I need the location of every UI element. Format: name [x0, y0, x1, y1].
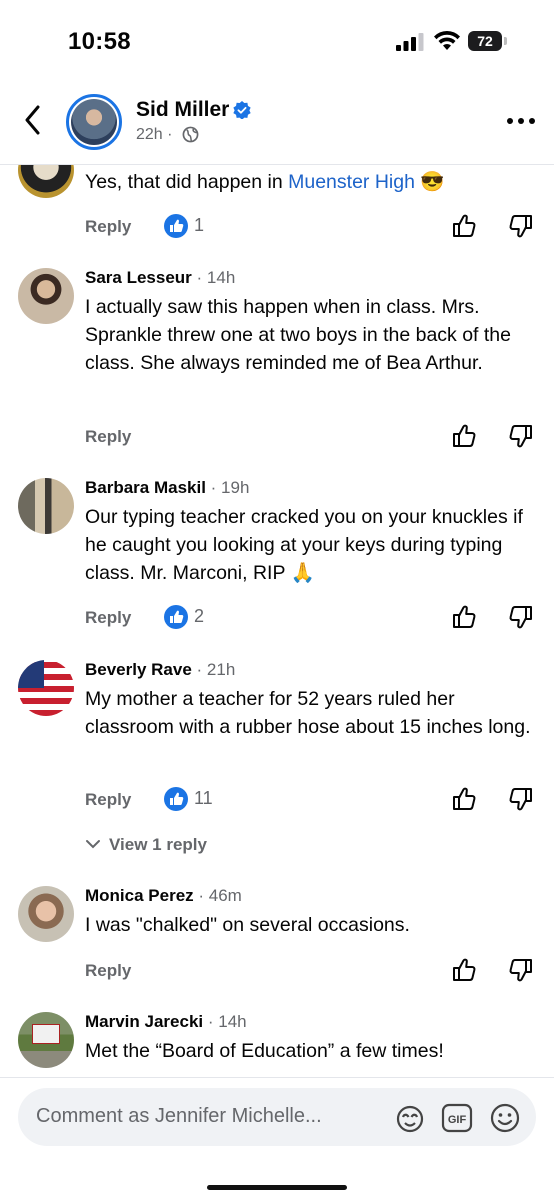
- comment-input[interactable]: Comment as Jennifer Michelle... GIF: [18, 1088, 536, 1146]
- comment-text: Our typing teacher cracked you on your k…: [85, 506, 523, 584]
- dislike-icon[interactable]: [508, 213, 534, 239]
- home-indicator: [207, 1185, 347, 1190]
- comment-placeholder: Comment as Jennifer Michelle...: [36, 1105, 322, 1127]
- dislike-icon[interactable]: [508, 423, 534, 449]
- reply-button[interactable]: Reply: [85, 217, 131, 237]
- verified-badge-icon: [233, 101, 251, 119]
- commenter-name[interactable]: Monica Perez · 46m: [85, 886, 242, 906]
- commenter-name[interactable]: Barbara Maskil · 19h: [85, 478, 249, 498]
- dislike-icon[interactable]: [508, 786, 534, 812]
- post-header: Sid Miller 22h ·: [0, 80, 554, 165]
- reply-button[interactable]: Reply: [85, 790, 131, 810]
- commenter-avatar[interactable]: [18, 165, 74, 198]
- dislike-icon[interactable]: [508, 604, 534, 630]
- battery-indicator: 72: [468, 31, 508, 51]
- wifi-icon: [434, 30, 460, 50]
- like-icon[interactable]: [451, 423, 477, 449]
- view-replies-button[interactable]: View 1 reply: [109, 835, 207, 855]
- commenter-avatar[interactable]: [18, 886, 74, 942]
- like-icon[interactable]: [451, 957, 477, 983]
- dislike-icon[interactable]: [508, 957, 534, 983]
- reply-button[interactable]: Reply: [85, 427, 131, 447]
- comment-text: I actually saw this happen when in class…: [85, 296, 512, 374]
- comment-text: Yes, that did happen in Muenster High 😎: [85, 171, 445, 193]
- commenter-avatar[interactable]: [18, 478, 74, 534]
- reply-button[interactable]: Reply: [85, 961, 131, 981]
- author-name[interactable]: Sid Miller: [136, 98, 229, 122]
- comments-list: Yes, that did happen in Muenster High 😎 …: [0, 165, 554, 1077]
- like-icon: [164, 605, 188, 629]
- comment-text: Met the “Board of Education” a few times…: [85, 1040, 444, 1062]
- status-bar: 10:58 72: [0, 0, 554, 80]
- chevron-left-icon[interactable]: [20, 102, 46, 138]
- comment-composer: Comment as Jennifer Michelle... GIF: [0, 1077, 554, 1201]
- mention-link[interactable]: Muenster High: [288, 171, 415, 193]
- like-icon[interactable]: [451, 213, 477, 239]
- author-avatar[interactable]: [66, 94, 122, 150]
- sticker-icon[interactable]: [394, 1102, 426, 1134]
- clock: 10:58: [68, 28, 131, 55]
- like-icon: [164, 214, 188, 238]
- commenter-avatar[interactable]: [18, 1012, 74, 1068]
- cellular-signal-icon: [396, 33, 424, 51]
- svg-text:GIF: GIF: [448, 1114, 467, 1126]
- emoji-icon[interactable]: [489, 1102, 521, 1134]
- commenter-name[interactable]: Marvin Jarecki · 14h: [85, 1012, 247, 1032]
- globe-icon: [182, 126, 199, 143]
- reply-button[interactable]: Reply: [85, 608, 131, 628]
- like-icon[interactable]: [451, 786, 477, 812]
- commenter-avatar[interactable]: [18, 268, 74, 324]
- comment-text: I was "chalked" on several occasions.: [85, 914, 410, 936]
- chevron-down-icon: [86, 840, 100, 849]
- post-time: 22h ·: [136, 126, 173, 143]
- more-icon[interactable]: [506, 116, 536, 126]
- comment-text: My mother a teacher for 52 years ruled h…: [85, 688, 531, 738]
- battery-level: 72: [477, 33, 493, 49]
- like-icon[interactable]: [451, 604, 477, 630]
- commenter-avatar[interactable]: [18, 660, 74, 716]
- like-icon: [164, 787, 188, 811]
- gif-icon[interactable]: GIF: [441, 1102, 473, 1134]
- commenter-name[interactable]: Sara Lesseur · 14h: [85, 268, 235, 288]
- commenter-name[interactable]: Beverly Rave · 21h: [85, 660, 235, 680]
